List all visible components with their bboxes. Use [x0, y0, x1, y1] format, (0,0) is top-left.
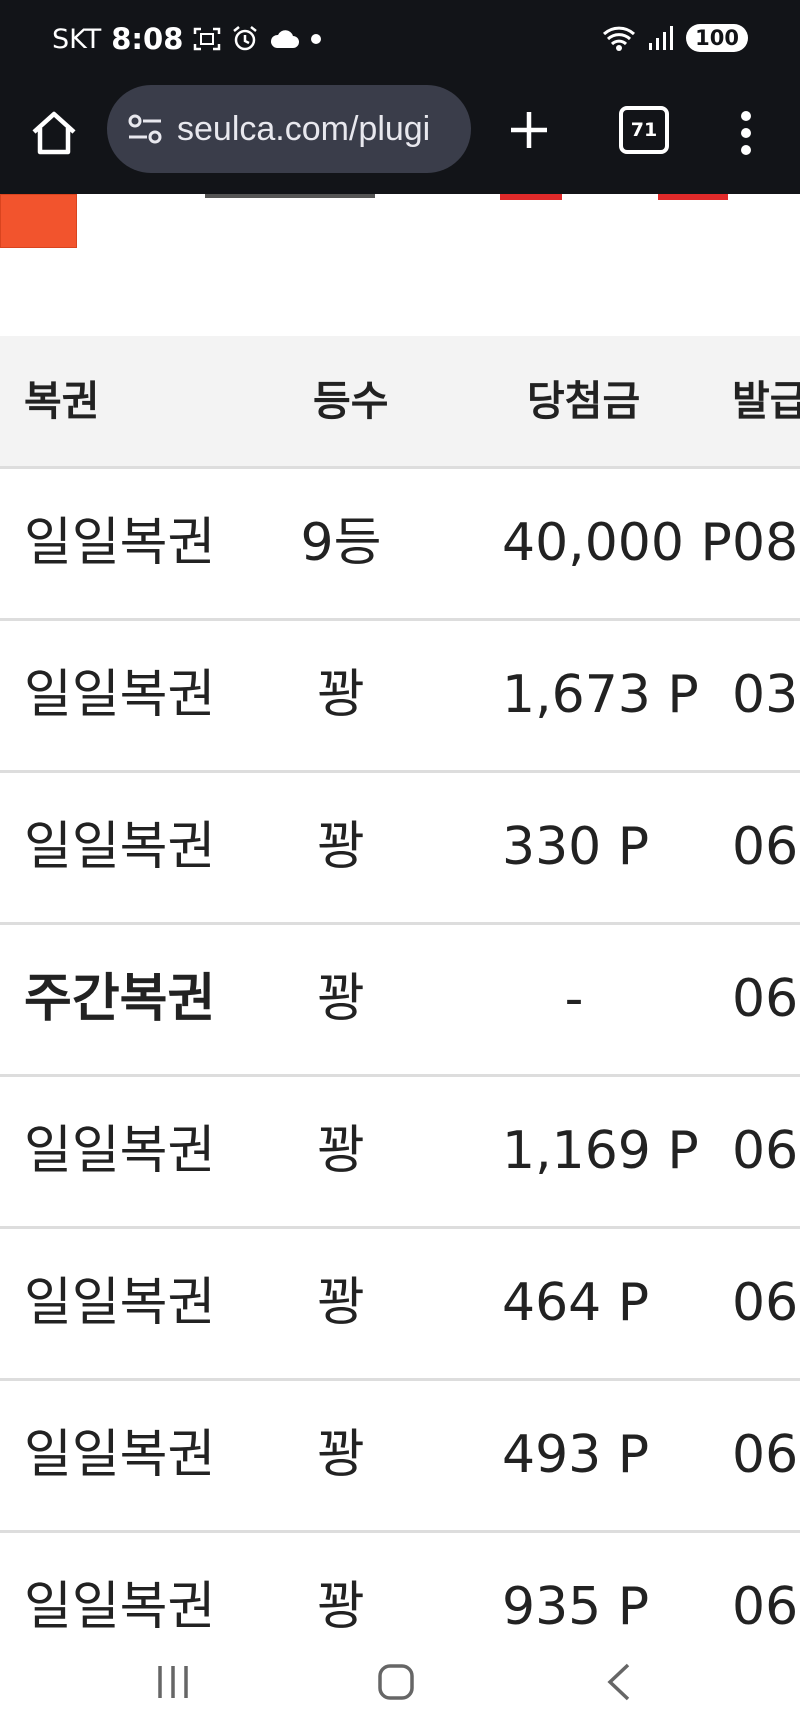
table-row: 일일복권 꽝 330 P 06: [0, 773, 800, 925]
browser-toolbar: seulca.com/plugi 71: [0, 84, 800, 194]
issued-date: 06: [732, 817, 799, 877]
header-lottery: 복권: [24, 377, 100, 425]
table-row: 일일복권 꽝 464 P 06: [0, 1229, 800, 1381]
status-left: SKT 8:08: [52, 22, 323, 56]
lottery-name: 일일복권: [24, 513, 216, 573]
table-row: 주간복권 꽝 - 06: [0, 925, 800, 1077]
back-icon[interactable]: [604, 1662, 634, 1702]
rank: 꽝: [317, 1121, 365, 1181]
cut-off-text-fragment: [205, 194, 375, 198]
rank: 꽝: [317, 665, 365, 725]
banner-fragment: [0, 194, 77, 248]
table-header: 복권 등수 당첨금 발급: [0, 336, 800, 469]
dot-icon: [311, 34, 322, 44]
issued-date: 06: [732, 1425, 799, 1485]
rank: 꽝: [317, 817, 365, 877]
wifi-icon: [603, 26, 636, 51]
battery-indicator: 100: [686, 24, 748, 52]
lottery-results-table: 복권 등수 당첨금 발급 일일복권 9등 40,000 P 08 일일복권 꽝 …: [0, 336, 800, 1682]
address-bar[interactable]: seulca.com/plugi: [107, 85, 471, 173]
issued-date: 06: [732, 969, 799, 1029]
carrier-label: SKT: [52, 23, 102, 55]
header-prize: 당첨금: [527, 377, 641, 425]
lottery-name: 일일복권: [24, 817, 216, 877]
prize: 1,169 P: [502, 1121, 699, 1181]
tab-count: 71: [630, 119, 658, 141]
status-right: 100: [602, 24, 748, 52]
lottery-name: 일일복권: [24, 1121, 216, 1181]
header-rank: 등수: [313, 377, 389, 425]
prize: 493 P: [502, 1425, 650, 1485]
system-nav-bar: [0, 1634, 800, 1734]
cut-off-highlight-fragment: [658, 194, 728, 200]
rank: 꽝: [317, 1425, 365, 1485]
home-icon[interactable]: [376, 1662, 416, 1702]
issued-date: 08: [732, 513, 799, 573]
prize: -: [564, 969, 584, 1029]
signal-icon: [649, 26, 674, 50]
home-icon[interactable]: [26, 106, 82, 162]
issued-date: 06: [732, 1121, 799, 1181]
lottery-name: 주간복권: [24, 969, 216, 1029]
header-issued: 발급: [732, 377, 800, 425]
rank: 9등: [300, 513, 382, 573]
issued-date: 06: [732, 1273, 799, 1333]
issued-date: 03: [732, 665, 799, 725]
cut-off-highlight-fragment: [500, 194, 562, 200]
screenshot-icon: [194, 27, 221, 51]
more-menu-icon[interactable]: [736, 108, 756, 158]
rank: 꽝: [317, 969, 365, 1029]
clock: 8:08: [111, 22, 184, 56]
table-row: 일일복권 꽝 1,673 P 03: [0, 621, 800, 773]
prize: 1,673 P: [502, 665, 699, 725]
tabs-icon[interactable]: 71: [619, 106, 669, 154]
site-settings-icon[interactable]: [125, 109, 165, 149]
recent-apps-icon[interactable]: [155, 1662, 191, 1702]
table-row: 일일복권 9등 40,000 P 08: [0, 469, 800, 621]
prize: 464 P: [502, 1273, 650, 1333]
alarm-icon: [233, 26, 258, 51]
prize: 40,000 P: [502, 513, 732, 573]
status-bar: SKT 8:08 100: [0, 0, 800, 84]
cloud-icon: [271, 30, 300, 48]
prize: 330 P: [502, 817, 650, 877]
new-tab-icon[interactable]: [505, 106, 553, 154]
table-row: 일일복권 꽝 493 P 06: [0, 1381, 800, 1533]
lottery-name: 일일복권: [24, 665, 216, 725]
url-text[interactable]: seulca.com/plugi: [177, 110, 430, 149]
rank: 꽝: [317, 1273, 365, 1333]
lottery-name: 일일복권: [24, 1425, 216, 1485]
table-row: 일일복권 꽝 1,169 P 06: [0, 1077, 800, 1229]
lottery-name: 일일복권: [24, 1273, 216, 1333]
